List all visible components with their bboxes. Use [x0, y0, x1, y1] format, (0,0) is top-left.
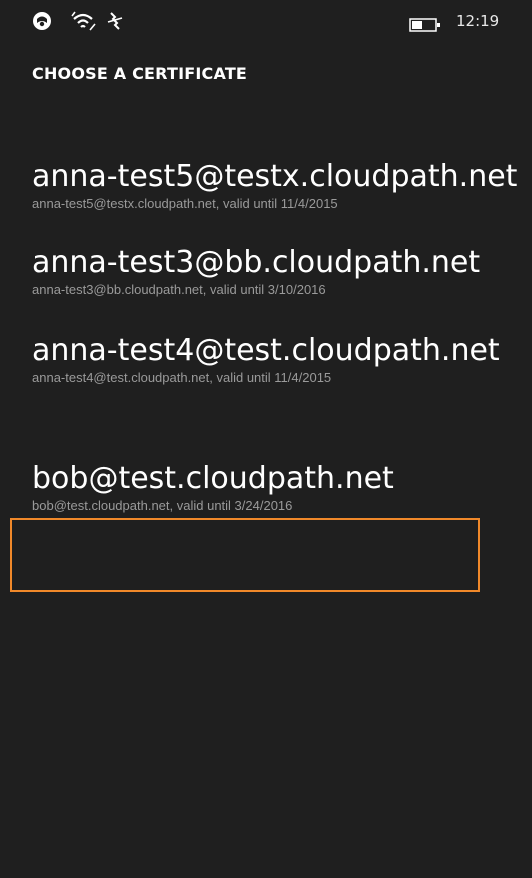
battery-icon [409, 18, 440, 32]
certificate-name: anna-test3@bb.cloudpath.net [32, 245, 481, 280]
certificate-name: anna-test4@test.cloudpath.net [32, 333, 500, 368]
selection-highlight [10, 518, 480, 592]
page-title: CHOOSE A CERTIFICATE [32, 64, 248, 83]
certificate-detail: bob@test.cloudpath.net, valid until 3/24… [32, 498, 293, 513]
certificate-item[interactable]: anna-test3@bb.cloudpath.net anna-test3@b… [10, 244, 532, 320]
data-icon [107, 12, 123, 30]
screen-clip: 12:19 CHOOSE A CERTIFICATE anna-test5@te… [0, 0, 532, 878]
status-bar: 12:19 [0, 0, 532, 44]
notification-icon [33, 12, 51, 30]
wifi-icon [71, 11, 96, 31]
status-time: 12:19 [456, 12, 500, 30]
certificate-detail: anna-test5@testx.cloudpath.net, valid un… [32, 196, 338, 211]
certificate-detail: anna-test4@test.cloudpath.net, valid unt… [32, 370, 332, 385]
phone-screen: 12:19 CHOOSE A CERTIFICATE anna-test5@te… [0, 0, 532, 878]
certificate-name: anna-test5@testx.cloudpath.net [32, 159, 518, 194]
certificate-item[interactable]: anna-test5@testx.cloudpath.net anna-test… [10, 158, 532, 234]
certificate-item[interactable]: anna-test4@test.cloudpath.net anna-test4… [10, 332, 532, 408]
certificate-name: bob@test.cloudpath.net [32, 461, 394, 496]
certificate-detail: anna-test3@bb.cloudpath.net, valid until… [32, 282, 326, 297]
